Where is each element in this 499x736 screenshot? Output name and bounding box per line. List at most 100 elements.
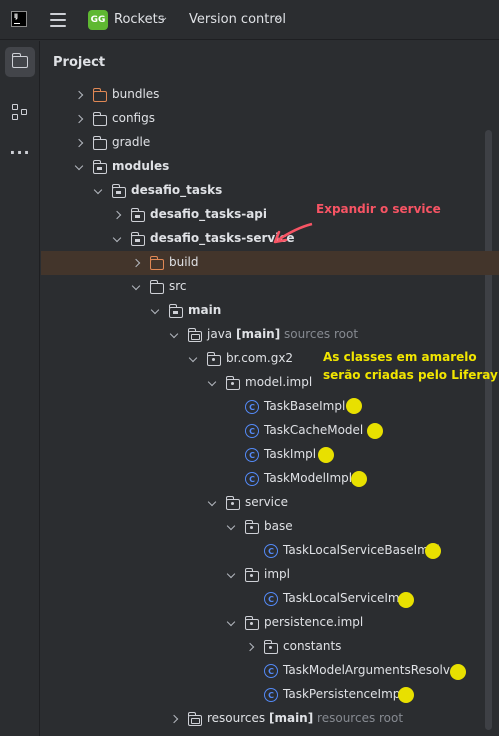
chevron-down-icon[interactable]	[150, 306, 160, 316]
tree-item-label: impl	[264, 567, 290, 581]
title-bar: IJ GG Rockets ⌄ Version control ⌄	[0, 0, 499, 40]
module-folder-icon	[168, 304, 183, 318]
structure-tool-button[interactable]	[5, 97, 35, 127]
source-folder-icon	[187, 328, 202, 342]
panel-chevron-down-icon[interactable]: ⌄	[96, 55, 104, 66]
tree-row[interactable]: persistence.impl	[41, 611, 485, 635]
module-folder-icon	[92, 160, 107, 174]
tree-row[interactable]: src	[41, 275, 485, 299]
chevron-down-icon[interactable]	[112, 234, 122, 244]
tree-row[interactable]: C TaskBaseImpl	[41, 395, 485, 419]
tree-row[interactable]: impl	[41, 563, 485, 587]
tree-item-name: java	[207, 327, 233, 341]
tree-row[interactable]: desafio_tasks	[41, 179, 485, 203]
excluded-folder-icon	[149, 256, 164, 270]
module-folder-icon	[130, 232, 145, 246]
chevron-right-icon[interactable]	[74, 114, 84, 124]
tree-item-name: TaskModelArgumentsResolver	[283, 663, 463, 677]
tree-row[interactable]: C TaskModelArgumentsResolver	[41, 659, 485, 683]
tree-item-label: TaskModelImpl	[264, 471, 352, 485]
chevron-down-icon[interactable]	[74, 162, 84, 172]
chevron-down-icon[interactable]	[188, 354, 198, 364]
tree-item-name: TaskBaseImpl	[264, 399, 346, 413]
folder-icon	[92, 112, 107, 126]
tree-row[interactable]: configs	[41, 107, 485, 131]
scrollbar[interactable]	[485, 130, 492, 730]
tree-row[interactable]: gradle	[41, 131, 485, 155]
more-tools-button[interactable]: ···	[5, 137, 35, 167]
chevron-down-icon[interactable]	[226, 570, 236, 580]
version-control-menu[interactable]: Version control	[189, 12, 286, 27]
tree-row[interactable]: build	[41, 251, 499, 275]
chevron-right-icon[interactable]	[131, 258, 141, 268]
tree-row[interactable]: modules	[41, 155, 485, 179]
yellow-marker	[351, 471, 367, 487]
yellow-marker	[346, 398, 362, 414]
tree-item-name: TaskPersistenceImpl	[283, 687, 404, 701]
generated-classes-note: As classes em amarelo serão criadas pelo…	[323, 348, 498, 384]
yellow-marker	[318, 447, 334, 463]
tree-row[interactable]: C TaskModelImpl	[41, 467, 485, 491]
tree-row[interactable]: C TaskLocalServiceImpl	[41, 587, 485, 611]
tree-item-label: TaskLocalServiceBaseImpl	[283, 543, 440, 557]
tree-item-label: service	[245, 495, 288, 509]
chevron-down-icon[interactable]	[169, 330, 179, 340]
chevron-down-icon[interactable]	[207, 498, 217, 508]
chevron-down-icon[interactable]	[131, 282, 141, 292]
chevron-right-icon[interactable]	[112, 210, 122, 220]
tree-row[interactable]: service	[41, 491, 485, 515]
tree-row[interactable]: bundles	[41, 83, 485, 107]
tree-item-name: TaskModelImpl	[264, 471, 353, 485]
yellow-marker	[398, 592, 414, 608]
intellij-logo-icon[interactable]: IJ	[11, 11, 27, 27]
class-icon: C	[264, 592, 278, 606]
chevron-down-icon[interactable]	[226, 618, 236, 628]
project-name[interactable]: Rockets	[114, 12, 164, 27]
tree-row[interactable]: main	[41, 299, 485, 323]
chevron-down-icon[interactable]	[93, 186, 103, 196]
module-folder-icon	[130, 208, 145, 222]
chevron-right-icon[interactable]	[169, 714, 179, 724]
chevron-right-icon[interactable]	[74, 138, 84, 148]
module-folder-icon	[111, 184, 126, 198]
tree-item-label: java [main] sources root	[207, 327, 358, 341]
tree-item-label: TaskBaseImpl	[264, 399, 345, 413]
tree-row[interactable]: desafio_tasks-service	[41, 227, 485, 251]
chevron-down-icon[interactable]	[226, 522, 236, 532]
project-chevron-down-icon[interactable]: ⌄	[160, 12, 168, 23]
project-badge[interactable]: GG	[88, 10, 108, 30]
project-tool-button[interactable]	[5, 47, 35, 77]
yellow-marker	[367, 423, 383, 439]
note-line: serão criadas pelo Liferay	[323, 368, 498, 382]
tree-item-name: src	[169, 279, 187, 293]
chevron-right-icon[interactable]	[245, 642, 255, 652]
class-icon: C	[264, 664, 278, 678]
class-icon: C	[264, 544, 278, 558]
tree-item-label: base	[264, 519, 293, 533]
red-arrow-icon	[273, 222, 313, 244]
tree-row[interactable]: C TaskPersistenceImpl	[41, 683, 485, 707]
tree-item-label: gradle	[112, 135, 150, 149]
chevron-right-icon[interactable]	[74, 90, 84, 100]
tree-item-label: resources [main] resources root	[207, 711, 403, 725]
tree-item-label: modules	[112, 159, 169, 173]
tree-row[interactable]: base	[41, 515, 485, 539]
more-dots-icon: ···	[9, 142, 31, 162]
tree-row[interactable]: C TaskImpl	[41, 443, 485, 467]
folder-icon	[11, 53, 28, 68]
tree-row[interactable]: java [main] sources root	[41, 323, 485, 347]
tree-item-label: desafio_tasks-api	[150, 207, 267, 221]
tree-item-name: desafio_tasks	[131, 183, 223, 197]
chevron-down-icon[interactable]	[207, 378, 217, 388]
yellow-marker	[425, 543, 441, 559]
vcs-chevron-down-icon[interactable]: ⌄	[274, 12, 282, 23]
tree-item-name: br.com.gx2	[226, 351, 294, 365]
tree-row[interactable]: C TaskCacheModel	[41, 419, 485, 443]
tree-row[interactable]: constants	[41, 635, 485, 659]
tree-row[interactable]: C TaskLocalServiceBaseImpl	[41, 539, 485, 563]
source-set-tag: [main]	[268, 711, 314, 725]
yellow-marker	[450, 664, 466, 680]
tree-item-name: impl	[264, 567, 290, 581]
main-menu-icon[interactable]	[50, 13, 66, 27]
tree-row[interactable]: resources [main] resources root	[41, 707, 485, 731]
